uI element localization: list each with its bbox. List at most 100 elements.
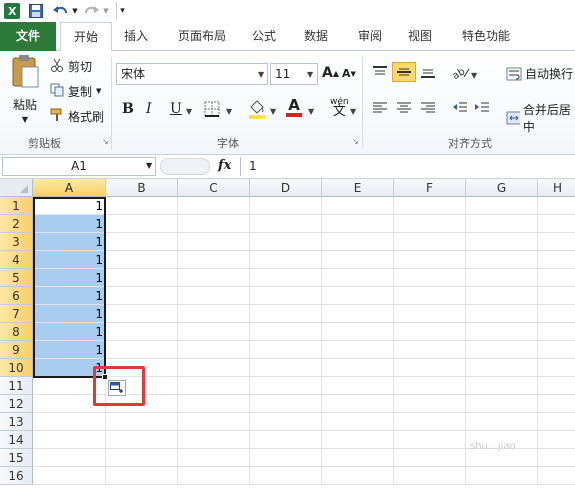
cell-c14[interactable]: [178, 431, 250, 449]
tab-view[interactable]: 视图: [400, 22, 440, 51]
cell-h10[interactable]: [538, 359, 575, 377]
font-color-dropdown-icon[interactable]: ▼: [308, 107, 314, 116]
cell-d3[interactable]: [250, 233, 322, 251]
cell-e11[interactable]: [322, 377, 394, 395]
cell-c12[interactable]: [178, 395, 250, 413]
customize-qat-icon[interactable]: ▾: [116, 2, 128, 20]
cell-c15[interactable]: [178, 449, 250, 467]
cell-h4[interactable]: [538, 251, 575, 269]
cell-b6[interactable]: [106, 287, 178, 305]
clipboard-launcher-icon[interactable]: ↘: [102, 137, 109, 146]
underline-dropdown-icon[interactable]: ▼: [186, 107, 192, 116]
cell-g11[interactable]: [466, 377, 538, 395]
cell-e10[interactable]: [322, 359, 394, 377]
tab-home[interactable]: 开始: [60, 22, 112, 52]
tab-review[interactable]: 审阅: [350, 22, 390, 51]
cell-e8[interactable]: [322, 323, 394, 341]
align-top-button[interactable]: [372, 65, 388, 79]
paste-button[interactable]: 粘贴 ▼: [8, 55, 42, 125]
cell-d5[interactable]: [250, 269, 322, 287]
row-header-5[interactable]: 5: [0, 269, 33, 287]
cell-g2[interactable]: [466, 215, 538, 233]
select-all-corner[interactable]: [0, 179, 33, 197]
cell-f11[interactable]: [394, 377, 466, 395]
cell-d11[interactable]: [250, 377, 322, 395]
tab-page-layout[interactable]: 页面布局: [170, 22, 234, 51]
cell-e15[interactable]: [322, 449, 394, 467]
cell-f3[interactable]: [394, 233, 466, 251]
cell-b14[interactable]: [106, 431, 178, 449]
cell-g8[interactable]: [466, 323, 538, 341]
row-header-1[interactable]: 1: [0, 197, 33, 215]
font-name-dropdown-icon[interactable]: ▼: [258, 70, 264, 79]
cell-c2[interactable]: [178, 215, 250, 233]
cell-e16[interactable]: [322, 467, 394, 485]
cell-d12[interactable]: [250, 395, 322, 413]
formula-input[interactable]: 1: [240, 157, 575, 176]
cell-f10[interactable]: [394, 359, 466, 377]
cell-e3[interactable]: [322, 233, 394, 251]
shrink-font-button[interactable]: A ▼: [342, 67, 356, 80]
cell-d15[interactable]: [250, 449, 322, 467]
cell-d13[interactable]: [250, 413, 322, 431]
cell-b5[interactable]: [106, 269, 178, 287]
format-painter-button[interactable]: 格式刷: [50, 107, 104, 125]
cell-c6[interactable]: [178, 287, 250, 305]
underline-button[interactable]: U: [170, 101, 182, 117]
cell-e4[interactable]: [322, 251, 394, 269]
tab-file[interactable]: 文件: [0, 22, 56, 51]
cell-a15[interactable]: [33, 449, 106, 467]
font-color-button[interactable]: A: [286, 97, 302, 117]
row-header-12[interactable]: 12: [0, 395, 33, 413]
font-name-input[interactable]: 宋体: [116, 63, 268, 85]
cell-h9[interactable]: [538, 341, 575, 359]
cell-c10[interactable]: [178, 359, 250, 377]
cell-h13[interactable]: [538, 413, 575, 431]
cell-h2[interactable]: [538, 215, 575, 233]
cell-c9[interactable]: [178, 341, 250, 359]
cell-d8[interactable]: [250, 323, 322, 341]
cell-b16[interactable]: [106, 467, 178, 485]
bold-button[interactable]: B: [122, 101, 134, 117]
cell-d14[interactable]: [250, 431, 322, 449]
tab-formulas[interactable]: 公式: [244, 22, 284, 51]
cell-h5[interactable]: [538, 269, 575, 287]
cell-h7[interactable]: [538, 305, 575, 323]
cell-g5[interactable]: [466, 269, 538, 287]
save-icon[interactable]: [27, 2, 45, 20]
font-launcher-icon[interactable]: ↘: [352, 137, 359, 146]
orientation-dropdown-icon[interactable]: ▼: [471, 71, 477, 80]
borders-button[interactable]: [204, 101, 220, 120]
grow-font-button[interactable]: A ▲: [322, 65, 339, 81]
cell-d4[interactable]: [250, 251, 322, 269]
column-header-c[interactable]: C: [178, 179, 250, 197]
cell-e5[interactable]: [322, 269, 394, 287]
cell-b13[interactable]: [106, 413, 178, 431]
cell-f4[interactable]: [394, 251, 466, 269]
cell-f9[interactable]: [394, 341, 466, 359]
phonetic-dropdown-icon[interactable]: ▼: [350, 107, 356, 116]
copy-dropdown-icon[interactable]: ▼: [96, 87, 101, 95]
cut-button[interactable]: 剪切: [50, 57, 92, 75]
cell-e6[interactable]: [322, 287, 394, 305]
align-middle-button[interactable]: [392, 62, 416, 82]
tab-data[interactable]: 数据: [296, 22, 336, 51]
font-size-dropdown-icon[interactable]: ▼: [307, 70, 313, 79]
fill-color-dropdown-icon[interactable]: ▼: [270, 107, 276, 116]
cell-e13[interactable]: [322, 413, 394, 431]
cell-g4[interactable]: [466, 251, 538, 269]
column-header-d[interactable]: D: [250, 179, 322, 197]
cell-c8[interactable]: [178, 323, 250, 341]
column-header-f[interactable]: F: [394, 179, 466, 197]
redo-dropdown-icon[interactable]: ▼: [101, 2, 111, 20]
row-header-16[interactable]: 16: [0, 467, 33, 485]
cell-f15[interactable]: [394, 449, 466, 467]
align-left-button[interactable]: [372, 101, 388, 115]
cell-b1[interactable]: [106, 197, 178, 215]
align-center-button[interactable]: [396, 101, 412, 115]
row-header-6[interactable]: 6: [0, 287, 33, 305]
cell-d9[interactable]: [250, 341, 322, 359]
increase-indent-button[interactable]: [474, 101, 490, 115]
cell-g6[interactable]: [466, 287, 538, 305]
undo-icon[interactable]: [50, 2, 70, 20]
